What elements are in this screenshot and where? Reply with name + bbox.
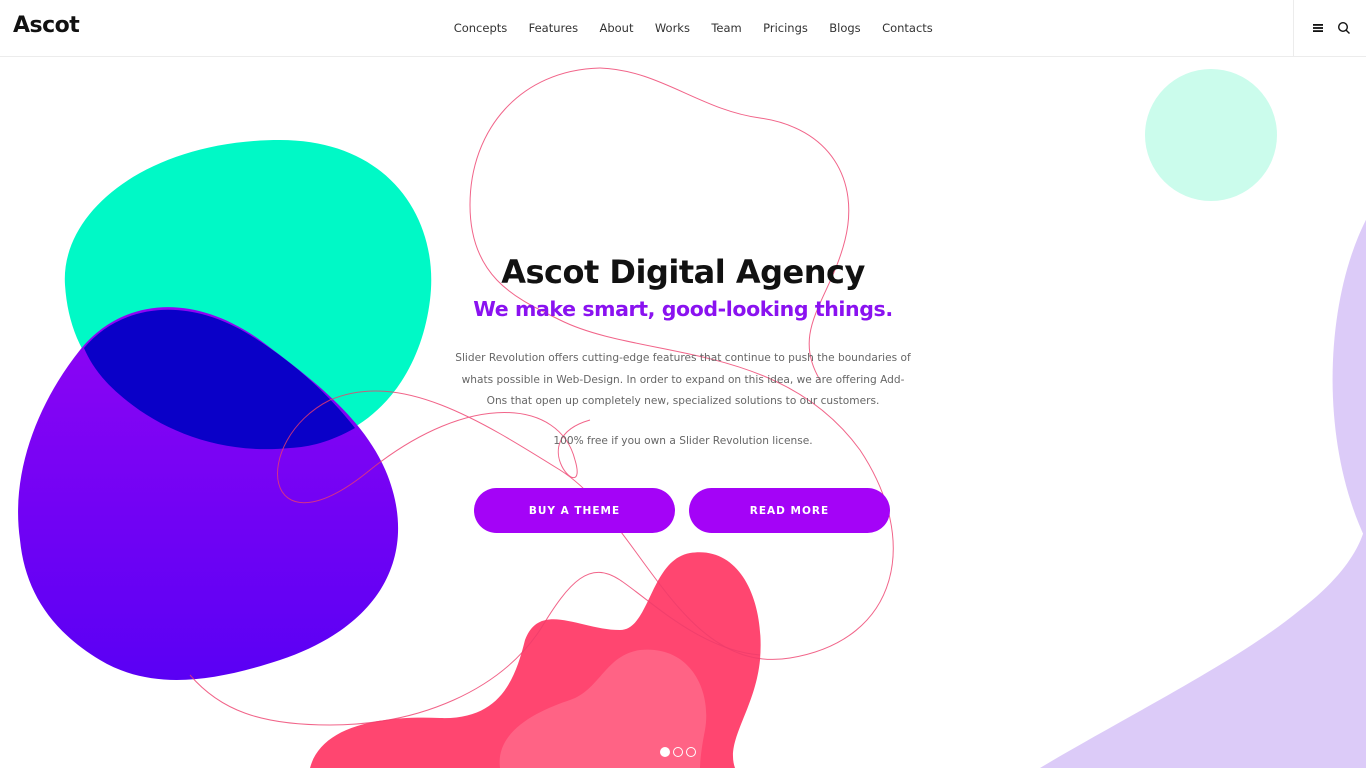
slider-pagination (660, 747, 696, 757)
site-header: Ascot Concepts Features About Works Team… (0, 0, 1366, 57)
hero-note: 100% free if you own a Slider Revolution… (553, 434, 813, 447)
nav-item-features[interactable]: Features (518, 21, 589, 35)
nav-item-team[interactable]: Team (701, 21, 753, 35)
nav-item-pricings[interactable]: Pricings (752, 21, 818, 35)
lavender-wave-shape (1040, 220, 1366, 768)
slide-dot-1[interactable] (660, 747, 670, 757)
hero-content: Ascot Digital Agency We make smart, good… (433, 250, 933, 447)
nav-item-blogs[interactable]: Blogs (819, 21, 872, 35)
hero-buttons: BUY A THEME READ MORE (474, 488, 890, 533)
header-tools (1293, 0, 1366, 56)
search-icon[interactable] (1337, 21, 1351, 35)
nav-item-contacts[interactable]: Contacts (871, 21, 943, 35)
page: Ascot Concepts Features About Works Team… (0, 0, 1366, 768)
main-nav: Concepts Features About Works Team Prici… (443, 0, 943, 56)
read-more-button[interactable]: READ MORE (689, 488, 890, 533)
site-logo[interactable]: Ascot (13, 13, 80, 38)
menu-icon[interactable] (1311, 21, 1325, 35)
nav-item-concepts[interactable]: Concepts (443, 21, 518, 35)
hero-title: Ascot Digital Agency (501, 253, 865, 291)
mint-circle-shape (1145, 69, 1277, 201)
hero-subtitle: We make smart, good-looking things. (473, 297, 893, 321)
nav-item-works[interactable]: Works (644, 21, 701, 35)
slide-dot-3[interactable] (686, 747, 696, 757)
nav-item-about[interactable]: About (589, 21, 644, 35)
buy-theme-button[interactable]: BUY A THEME (474, 488, 675, 533)
slide-dot-2[interactable] (673, 747, 683, 757)
hero-description: Slider Revolution offers cutting-edge fe… (455, 352, 911, 407)
